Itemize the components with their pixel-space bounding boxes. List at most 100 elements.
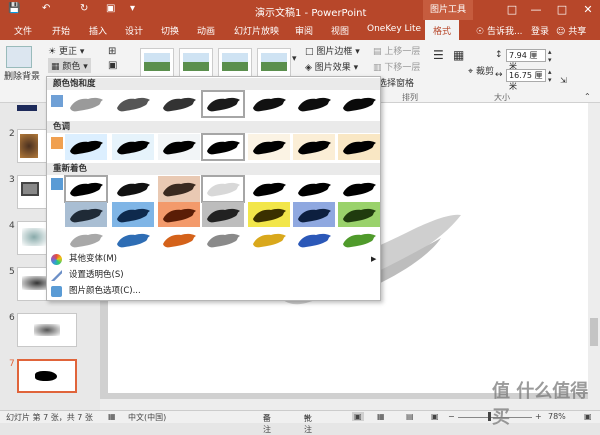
saturation-swatch[interactable] [158, 91, 200, 117]
selection-pane-button[interactable]: 选择窗格 [378, 76, 414, 89]
remove-background-icon[interactable] [6, 46, 32, 68]
tone-swatch[interactable] [112, 134, 154, 160]
saturation-swatch[interactable] [338, 91, 380, 117]
customize-icon[interactable]: ▾ [130, 3, 135, 14]
recolor-swatch[interactable] [293, 202, 335, 228]
recolor-swatch[interactable] [338, 176, 380, 202]
compress-icon[interactable]: ⊞ [108, 46, 116, 57]
width-spin-arrows[interactable]: ▴ ▾ [548, 68, 552, 84]
recolor-swatch[interactable] [248, 202, 290, 228]
recolor-swatch[interactable] [338, 227, 380, 253]
recolor-swatch[interactable] [64, 175, 108, 203]
saturation-swatch[interactable] [293, 91, 335, 117]
tab-transitions[interactable]: 切换 [161, 24, 179, 37]
size-dialog-launcher-icon[interactable]: ⇲ [560, 76, 567, 85]
tone-swatch[interactable] [158, 134, 200, 160]
language-status[interactable]: 中文(中国) [128, 412, 166, 423]
set-transparent-color-item[interactable]: 设置透明色(S) [47, 268, 380, 283]
styles-more-icon[interactable]: ▾ [292, 54, 297, 64]
tab-view[interactable]: 视图 [331, 24, 349, 37]
recolor-swatch[interactable] [112, 202, 154, 228]
more-variations-item[interactable]: 其他变体(M) ▶ [47, 252, 380, 267]
recolor-swatch[interactable] [201, 175, 245, 203]
picture-style-1[interactable] [140, 48, 174, 78]
remove-background-button[interactable]: 删除背景 [4, 69, 40, 82]
recolor-swatch[interactable] [293, 227, 335, 253]
slide-thumbnail-7[interactable] [17, 359, 77, 393]
scrollbar-thumb[interactable] [590, 318, 598, 346]
change-picture-icon[interactable]: ▣ [108, 60, 117, 71]
recolor-swatch[interactable] [158, 202, 200, 228]
recolor-swatch[interactable] [158, 176, 200, 202]
tone-swatch[interactable] [338, 134, 380, 160]
saturation-swatch[interactable] [248, 91, 290, 117]
group-icon[interactable]: ▦ [453, 48, 464, 62]
picture-style-3[interactable] [218, 48, 252, 78]
saturation-swatch[interactable] [65, 91, 107, 117]
slide-thumbnail-1[interactable] [17, 105, 37, 111]
close-icon[interactable]: ✕ [576, 2, 600, 18]
recolor-swatch[interactable] [65, 202, 107, 228]
collapse-ribbon-icon[interactable]: ⌃ [584, 92, 591, 101]
recolor-swatch[interactable] [248, 176, 290, 202]
reading-view-icon[interactable]: ▤ [406, 412, 414, 421]
recolor-swatch[interactable] [112, 227, 154, 253]
align-icon[interactable]: ☰ [433, 48, 444, 62]
save-icon[interactable]: 💾 [8, 3, 20, 14]
recolor-swatch[interactable] [158, 227, 200, 253]
recolor-swatch[interactable] [293, 176, 335, 202]
picture-color-options-item[interactable]: 图片颜色选项(C)... [47, 284, 380, 299]
height-spin-arrows[interactable]: ▴ ▾ [548, 48, 552, 64]
tone-swatch[interactable] [248, 134, 290, 160]
picture-style-2[interactable] [179, 48, 213, 78]
saturation-swatch[interactable] [201, 90, 245, 118]
tone-swatch[interactable] [65, 134, 107, 160]
tab-home[interactable]: 开始 [52, 24, 70, 37]
vertical-scrollbar[interactable] [588, 103, 600, 410]
tab-slideshow[interactable]: 幻灯片放映 [234, 24, 279, 37]
normal-view-icon[interactable]: ▣ [352, 412, 364, 421]
color-button[interactable]: ▦ 颜色 ▾ [48, 58, 91, 73]
tone-swatch[interactable] [201, 133, 245, 161]
slideshow-view-icon[interactable]: ▣ [431, 412, 439, 421]
crop-button[interactable]: ⌖ 裁剪 [468, 64, 494, 77]
send-backward-button[interactable]: ▥ 下移一层 [373, 60, 420, 73]
tone-swatch[interactable] [293, 134, 335, 160]
tab-insert[interactable]: 插入 [89, 24, 107, 37]
slide-thumbnail-6[interactable] [17, 313, 77, 347]
recolor-swatch[interactable] [202, 202, 244, 228]
share-button[interactable]: ☺ 共享 [556, 24, 586, 37]
tab-format[interactable]: 格式 [425, 20, 460, 40]
picture-style-4[interactable] [257, 48, 291, 78]
picture-effects-button[interactable]: ◈ 图片效果 ▾ [305, 60, 358, 73]
recolor-swatch[interactable] [202, 227, 244, 253]
saturation-swatch[interactable] [112, 91, 154, 117]
width-input[interactable]: 16.75 厘米 [506, 69, 546, 91]
zoom-out-icon[interactable]: − [448, 412, 455, 421]
slide-sorter-icon[interactable]: ▦ [377, 412, 385, 421]
minimize-icon[interactable]: — [524, 2, 548, 18]
tab-design[interactable]: 设计 [125, 24, 143, 37]
present-icon[interactable]: ▣ [106, 3, 115, 14]
recolor-swatch[interactable] [248, 227, 290, 253]
maximize-icon[interactable]: □ [550, 2, 574, 18]
slide-number: 4 [9, 221, 15, 231]
tab-file[interactable]: 文件 [14, 24, 32, 37]
spellcheck-icon[interactable]: ▦ [108, 412, 116, 421]
height-input[interactable]: 7.94 厘米 [506, 49, 546, 71]
zoom-slider-thumb[interactable] [488, 412, 491, 421]
recolor-swatch[interactable] [65, 227, 107, 253]
ribbon-options-icon[interactable]: □ [500, 2, 524, 18]
corrections-button[interactable]: ☀ 更正 ▾ [48, 44, 84, 57]
undo-icon[interactable]: ↶ [42, 3, 50, 14]
login-link[interactable]: 登录 [531, 24, 549, 37]
tab-onekey[interactable]: OneKey Lite [367, 24, 421, 34]
picture-border-button[interactable]: □ 图片边框 ▾ [305, 44, 360, 57]
redo-icon[interactable]: ↻ [80, 3, 88, 14]
recolor-swatch[interactable] [338, 202, 380, 228]
recolor-swatch[interactable] [112, 176, 154, 202]
tab-review[interactable]: 审阅 [295, 24, 313, 37]
tab-animations[interactable]: 动画 [197, 24, 215, 37]
tell-me-search[interactable]: ☉ 告诉我... [476, 24, 523, 37]
bring-forward-button[interactable]: ▤ 上移一层 [373, 44, 420, 57]
